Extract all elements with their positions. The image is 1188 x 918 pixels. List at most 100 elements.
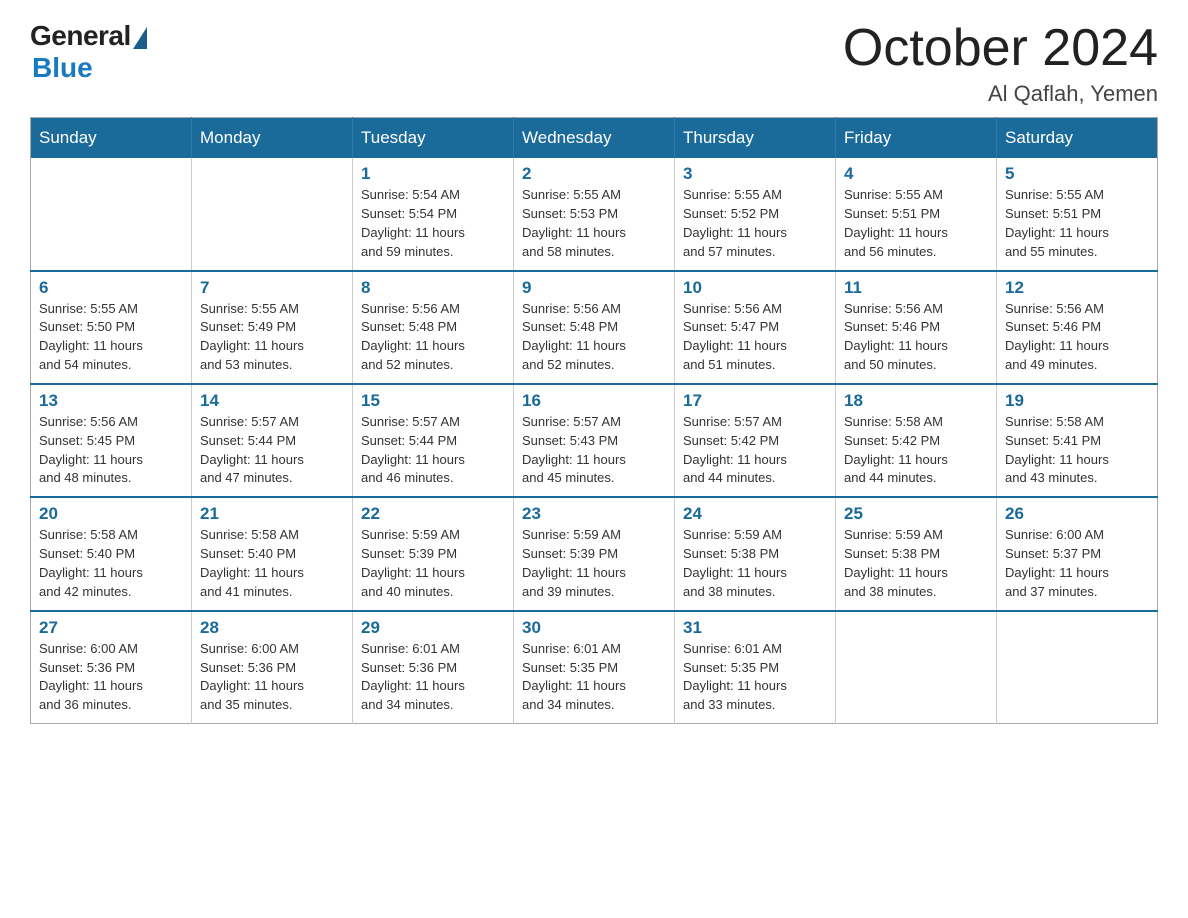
day-info: Sunrise: 5:58 AM Sunset: 5:41 PM Dayligh… bbox=[1005, 413, 1149, 488]
day-info: Sunrise: 6:01 AM Sunset: 5:36 PM Dayligh… bbox=[361, 640, 505, 715]
day-number: 8 bbox=[361, 278, 505, 298]
day-info: Sunrise: 5:57 AM Sunset: 5:43 PM Dayligh… bbox=[522, 413, 666, 488]
day-number: 15 bbox=[361, 391, 505, 411]
day-number: 31 bbox=[683, 618, 827, 638]
day-number: 30 bbox=[522, 618, 666, 638]
calendar-cell: 3Sunrise: 5:55 AM Sunset: 5:52 PM Daylig… bbox=[675, 158, 836, 270]
calendar-cell: 13Sunrise: 5:56 AM Sunset: 5:45 PM Dayli… bbox=[31, 384, 192, 497]
calendar-header-thursday: Thursday bbox=[675, 118, 836, 159]
day-info: Sunrise: 6:01 AM Sunset: 5:35 PM Dayligh… bbox=[683, 640, 827, 715]
day-number: 4 bbox=[844, 164, 988, 184]
day-info: Sunrise: 5:55 AM Sunset: 5:49 PM Dayligh… bbox=[200, 300, 344, 375]
day-number: 27 bbox=[39, 618, 183, 638]
day-number: 16 bbox=[522, 391, 666, 411]
day-number: 7 bbox=[200, 278, 344, 298]
calendar-cell: 5Sunrise: 5:55 AM Sunset: 5:51 PM Daylig… bbox=[997, 158, 1158, 270]
day-info: Sunrise: 5:55 AM Sunset: 5:51 PM Dayligh… bbox=[844, 186, 988, 261]
day-number: 10 bbox=[683, 278, 827, 298]
calendar-header-saturday: Saturday bbox=[997, 118, 1158, 159]
day-info: Sunrise: 5:57 AM Sunset: 5:42 PM Dayligh… bbox=[683, 413, 827, 488]
calendar-cell: 12Sunrise: 5:56 AM Sunset: 5:46 PM Dayli… bbox=[997, 271, 1158, 384]
day-info: Sunrise: 5:58 AM Sunset: 5:40 PM Dayligh… bbox=[39, 526, 183, 601]
day-info: Sunrise: 5:56 AM Sunset: 5:46 PM Dayligh… bbox=[1005, 300, 1149, 375]
calendar-header-monday: Monday bbox=[192, 118, 353, 159]
calendar-cell: 10Sunrise: 5:56 AM Sunset: 5:47 PM Dayli… bbox=[675, 271, 836, 384]
day-info: Sunrise: 5:59 AM Sunset: 5:39 PM Dayligh… bbox=[361, 526, 505, 601]
calendar-cell: 26Sunrise: 6:00 AM Sunset: 5:37 PM Dayli… bbox=[997, 497, 1158, 610]
calendar-cell: 18Sunrise: 5:58 AM Sunset: 5:42 PM Dayli… bbox=[836, 384, 997, 497]
day-info: Sunrise: 6:00 AM Sunset: 5:36 PM Dayligh… bbox=[200, 640, 344, 715]
day-info: Sunrise: 5:59 AM Sunset: 5:38 PM Dayligh… bbox=[844, 526, 988, 601]
calendar-cell bbox=[997, 611, 1158, 724]
day-number: 17 bbox=[683, 391, 827, 411]
day-info: Sunrise: 5:56 AM Sunset: 5:48 PM Dayligh… bbox=[361, 300, 505, 375]
calendar-cell: 30Sunrise: 6:01 AM Sunset: 5:35 PM Dayli… bbox=[514, 611, 675, 724]
day-number: 29 bbox=[361, 618, 505, 638]
calendar-cell bbox=[836, 611, 997, 724]
day-info: Sunrise: 5:55 AM Sunset: 5:50 PM Dayligh… bbox=[39, 300, 183, 375]
calendar-cell: 4Sunrise: 5:55 AM Sunset: 5:51 PM Daylig… bbox=[836, 158, 997, 270]
calendar-header-sunday: Sunday bbox=[31, 118, 192, 159]
calendar-cell: 28Sunrise: 6:00 AM Sunset: 5:36 PM Dayli… bbox=[192, 611, 353, 724]
calendar-cell: 20Sunrise: 5:58 AM Sunset: 5:40 PM Dayli… bbox=[31, 497, 192, 610]
day-info: Sunrise: 5:56 AM Sunset: 5:46 PM Dayligh… bbox=[844, 300, 988, 375]
day-number: 1 bbox=[361, 164, 505, 184]
calendar-cell: 1Sunrise: 5:54 AM Sunset: 5:54 PM Daylig… bbox=[353, 158, 514, 270]
day-info: Sunrise: 5:55 AM Sunset: 5:53 PM Dayligh… bbox=[522, 186, 666, 261]
day-info: Sunrise: 5:58 AM Sunset: 5:42 PM Dayligh… bbox=[844, 413, 988, 488]
calendar-header-tuesday: Tuesday bbox=[353, 118, 514, 159]
day-info: Sunrise: 5:57 AM Sunset: 5:44 PM Dayligh… bbox=[361, 413, 505, 488]
day-info: Sunrise: 5:56 AM Sunset: 5:45 PM Dayligh… bbox=[39, 413, 183, 488]
day-info: Sunrise: 5:56 AM Sunset: 5:48 PM Dayligh… bbox=[522, 300, 666, 375]
day-number: 26 bbox=[1005, 504, 1149, 524]
day-info: Sunrise: 6:01 AM Sunset: 5:35 PM Dayligh… bbox=[522, 640, 666, 715]
day-number: 25 bbox=[844, 504, 988, 524]
day-number: 20 bbox=[39, 504, 183, 524]
calendar-header-row: SundayMondayTuesdayWednesdayThursdayFrid… bbox=[31, 118, 1158, 159]
day-number: 2 bbox=[522, 164, 666, 184]
calendar-cell: 11Sunrise: 5:56 AM Sunset: 5:46 PM Dayli… bbox=[836, 271, 997, 384]
calendar-cell: 22Sunrise: 5:59 AM Sunset: 5:39 PM Dayli… bbox=[353, 497, 514, 610]
calendar-cell: 15Sunrise: 5:57 AM Sunset: 5:44 PM Dayli… bbox=[353, 384, 514, 497]
calendar-cell: 27Sunrise: 6:00 AM Sunset: 5:36 PM Dayli… bbox=[31, 611, 192, 724]
calendar-cell: 21Sunrise: 5:58 AM Sunset: 5:40 PM Dayli… bbox=[192, 497, 353, 610]
day-info: Sunrise: 6:00 AM Sunset: 5:36 PM Dayligh… bbox=[39, 640, 183, 715]
day-info: Sunrise: 5:59 AM Sunset: 5:39 PM Dayligh… bbox=[522, 526, 666, 601]
day-info: Sunrise: 5:57 AM Sunset: 5:44 PM Dayligh… bbox=[200, 413, 344, 488]
calendar-cell: 16Sunrise: 5:57 AM Sunset: 5:43 PM Dayli… bbox=[514, 384, 675, 497]
calendar-cell: 14Sunrise: 5:57 AM Sunset: 5:44 PM Dayli… bbox=[192, 384, 353, 497]
calendar-week-row: 20Sunrise: 5:58 AM Sunset: 5:40 PM Dayli… bbox=[31, 497, 1158, 610]
day-number: 22 bbox=[361, 504, 505, 524]
main-title: October 2024 bbox=[843, 20, 1158, 77]
calendar-cell: 9Sunrise: 5:56 AM Sunset: 5:48 PM Daylig… bbox=[514, 271, 675, 384]
calendar-cell: 19Sunrise: 5:58 AM Sunset: 5:41 PM Dayli… bbox=[997, 384, 1158, 497]
subtitle: Al Qaflah, Yemen bbox=[843, 81, 1158, 107]
logo: General Blue bbox=[30, 20, 147, 84]
day-number: 18 bbox=[844, 391, 988, 411]
day-number: 9 bbox=[522, 278, 666, 298]
logo-arrow-icon bbox=[133, 27, 147, 49]
day-info: Sunrise: 5:55 AM Sunset: 5:51 PM Dayligh… bbox=[1005, 186, 1149, 261]
calendar-cell: 7Sunrise: 5:55 AM Sunset: 5:49 PM Daylig… bbox=[192, 271, 353, 384]
day-number: 11 bbox=[844, 278, 988, 298]
day-number: 12 bbox=[1005, 278, 1149, 298]
calendar-cell: 25Sunrise: 5:59 AM Sunset: 5:38 PM Dayli… bbox=[836, 497, 997, 610]
calendar-cell: 23Sunrise: 5:59 AM Sunset: 5:39 PM Dayli… bbox=[514, 497, 675, 610]
day-number: 3 bbox=[683, 164, 827, 184]
day-info: Sunrise: 5:58 AM Sunset: 5:40 PM Dayligh… bbox=[200, 526, 344, 601]
calendar-header-friday: Friday bbox=[836, 118, 997, 159]
day-info: Sunrise: 5:55 AM Sunset: 5:52 PM Dayligh… bbox=[683, 186, 827, 261]
day-number: 13 bbox=[39, 391, 183, 411]
day-number: 23 bbox=[522, 504, 666, 524]
calendar-cell bbox=[192, 158, 353, 270]
logo-blue-text: Blue bbox=[32, 52, 93, 84]
calendar-week-row: 27Sunrise: 6:00 AM Sunset: 5:36 PM Dayli… bbox=[31, 611, 1158, 724]
day-info: Sunrise: 5:56 AM Sunset: 5:47 PM Dayligh… bbox=[683, 300, 827, 375]
calendar-cell: 8Sunrise: 5:56 AM Sunset: 5:48 PM Daylig… bbox=[353, 271, 514, 384]
day-number: 28 bbox=[200, 618, 344, 638]
calendar-cell: 6Sunrise: 5:55 AM Sunset: 5:50 PM Daylig… bbox=[31, 271, 192, 384]
day-number: 6 bbox=[39, 278, 183, 298]
calendar-table: SundayMondayTuesdayWednesdayThursdayFrid… bbox=[30, 117, 1158, 724]
calendar-week-row: 1Sunrise: 5:54 AM Sunset: 5:54 PM Daylig… bbox=[31, 158, 1158, 270]
title-section: October 2024 Al Qaflah, Yemen bbox=[843, 20, 1158, 107]
